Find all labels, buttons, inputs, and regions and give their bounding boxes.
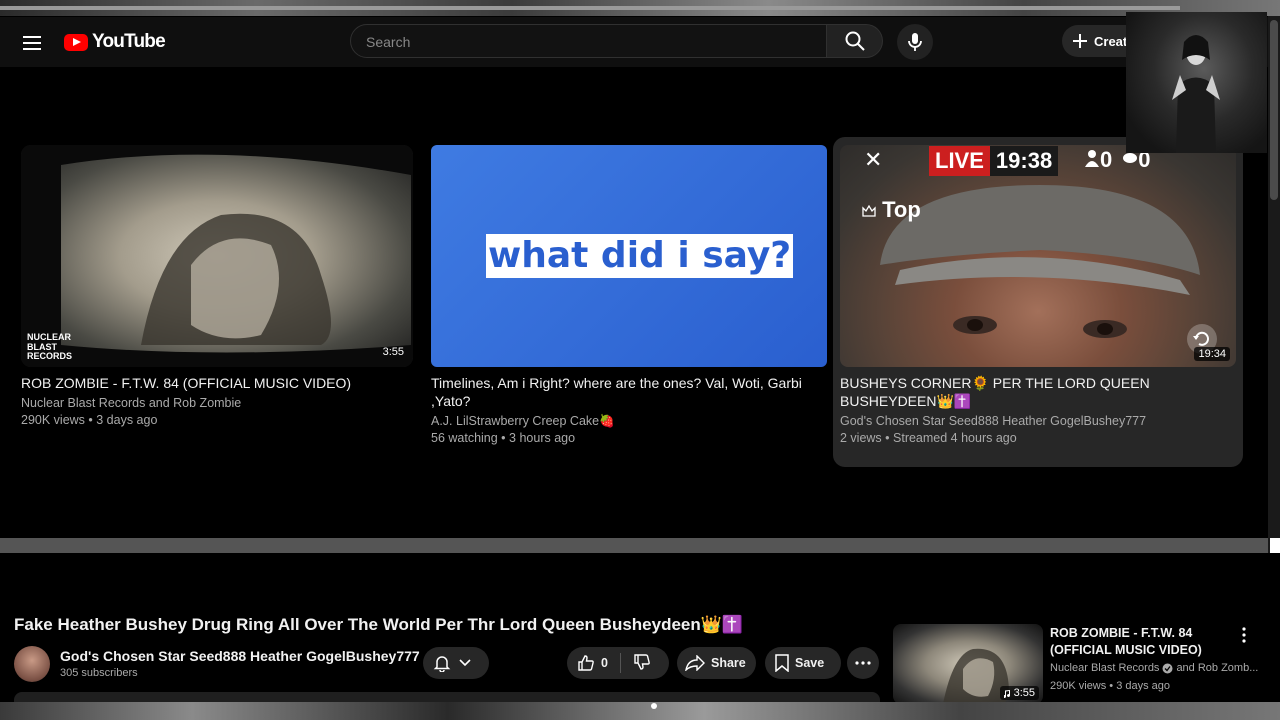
recommended-channel[interactable]: Nuclear Blast Records and Rob Zomb... (1050, 662, 1258, 674)
horizontal-scrollbar[interactable] (0, 538, 1280, 553)
more-actions-button[interactable] (847, 647, 879, 679)
music-note-icon (1003, 689, 1010, 698)
video-card-2[interactable]: what did i say? Timelines, Am i Right? w… (431, 145, 827, 445)
like-count-main: 0 (601, 656, 608, 670)
video-card-1[interactable]: NUCLEAR BLAST RECORDS 3:55 ROB ZOMBIE - … (21, 145, 413, 445)
divider (619, 653, 621, 673)
recommended-more-button[interactable] (1236, 626, 1252, 644)
progress-bar (0, 6, 1180, 10)
live-badge: LIVE 19:38 (929, 145, 1059, 177)
video-card-3[interactable]: ✕ LIVE 19:38 0 0 Top 19:34 BUSHEYS CORNE… (840, 145, 1236, 445)
video-thumbnail[interactable]: what did i say? (431, 145, 827, 367)
search-box[interactable] (350, 24, 827, 59)
viewer-count: 0 (1084, 147, 1112, 173)
hamburger-icon (23, 36, 41, 50)
more-horizontal-icon (855, 661, 871, 665)
video-thumbnail[interactable]: ✕ LIVE 19:38 0 0 Top 19:34 (840, 145, 1236, 367)
youtube-play-icon (64, 33, 88, 51)
plus-icon (1073, 34, 1087, 48)
chat-icon (1123, 153, 1138, 163)
bell-icon (433, 656, 451, 672)
video-thumbnail[interactable]: NUCLEAR BLAST RECORDS 3:55 (21, 145, 413, 367)
subscriber-count: 305 subscribers (60, 667, 138, 679)
channel-name-main[interactable]: God's Chosen Star Seed888 Heather GogelB… (60, 648, 420, 664)
search-button[interactable] (827, 24, 883, 58)
thumbs-up-icon (578, 655, 594, 671)
channel-name[interactable]: God's Chosen Star Seed888 Heather GogelB… (840, 414, 1146, 428)
thumbnail-caption: what did i say? (486, 234, 794, 278)
save-button[interactable]: Save (765, 647, 841, 679)
share-label: Share (711, 656, 746, 670)
top-video-strip (0, 0, 1280, 16)
channel-name[interactable]: Nuclear Blast Records and Rob Zombie (21, 396, 241, 410)
menu-button[interactable] (18, 29, 46, 57)
microphone-icon (908, 33, 922, 51)
chevron-down-icon (459, 659, 471, 667)
voice-search-button[interactable] (897, 24, 933, 60)
person-icon (1085, 150, 1099, 167)
recommended-title[interactable]: ROB ZOMBIE - F.T.W. 84 (OFFICIAL MUSIC V… (1050, 625, 1230, 659)
verified-badge-icon (1162, 663, 1173, 673)
search-icon (845, 31, 865, 51)
like-button[interactable]: 0 (577, 654, 608, 672)
crown-icon (862, 204, 876, 217)
duration-badge: 3:55 (999, 686, 1039, 700)
video-meta: 2 views • Streamed 4 hours ago (840, 431, 1017, 445)
like-dislike-group: 0 (567, 647, 669, 679)
video-meta: 290K views • 3 days ago (21, 413, 158, 427)
create-label: Creat (1094, 33, 1128, 49)
recommended-meta: 290K views • 3 days ago (1050, 680, 1171, 692)
scrollbar-end (1270, 538, 1280, 553)
webcam-person (1172, 35, 1220, 153)
live-timer: 19:38 (989, 146, 1059, 176)
more-vertical-icon (1242, 627, 1246, 643)
vertical-scrollbar[interactable] (1268, 16, 1280, 556)
save-label: Save (795, 656, 825, 670)
duration-badge: 3:55 (382, 346, 404, 358)
search-input[interactable] (351, 25, 808, 59)
live-label: LIVE (929, 146, 990, 176)
bottom-video-strip (0, 702, 1280, 720)
avatar[interactable] (14, 646, 50, 682)
video-title-main: Fake Heather Bushey Drug Ring All Over T… (14, 615, 744, 634)
video-meta: 56 watching • 3 hours ago (431, 431, 576, 445)
top-label: Top (862, 197, 921, 223)
thumbs-down-icon (634, 653, 650, 670)
thumbnail-image (880, 185, 1200, 338)
thumbnail-image (21, 145, 413, 367)
video-title[interactable]: ROB ZOMBIE - F.T.W. 84 (OFFICIAL MUSIC V… (21, 374, 411, 392)
subscribe-bell-button[interactable] (423, 647, 489, 679)
video-title[interactable]: BUSHEYS CORNER🌻 PER THE LORD QUEEN BUSHE… (840, 374, 1236, 410)
video-title[interactable]: Timelines, Am i Right? where are the one… (431, 374, 823, 410)
bookmark-icon (775, 654, 789, 672)
duration-badge: 19:34 (1194, 347, 1230, 361)
scrubber-knob[interactable] (651, 703, 657, 709)
youtube-logo[interactable]: YouTube (64, 29, 166, 55)
close-icon[interactable]: ✕ (864, 147, 882, 173)
webcam-overlay (1126, 12, 1267, 153)
scrollbar-thumb[interactable] (1270, 20, 1278, 200)
share-icon (685, 655, 705, 671)
nuclear-blast-logo: NUCLEAR BLAST RECORDS (27, 332, 73, 361)
share-button[interactable]: Share (677, 647, 756, 679)
masthead: YouTube Creat (0, 17, 1268, 67)
dislike-button[interactable] (633, 653, 651, 674)
channel-name[interactable]: A.J. LilStrawberry Creep Cake🍓 (431, 414, 615, 429)
brand-name: YouTube (92, 31, 166, 52)
recommended-thumbnail[interactable]: 3:55 (893, 624, 1043, 704)
